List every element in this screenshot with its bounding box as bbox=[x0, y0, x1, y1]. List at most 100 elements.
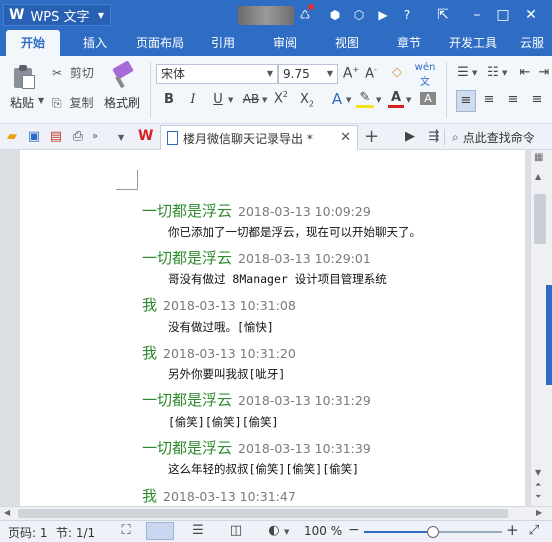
ribbon: 粘贴 ▼ ✂ 剪切 ⎘ 复制 格式刷 宋体 ▼ 9.75 ▼ A+ A- ◇ w… bbox=[0, 56, 552, 124]
tab-reference[interactable]: 引用 bbox=[200, 30, 246, 56]
tab-cloud[interactable]: 云服 bbox=[512, 30, 552, 56]
send-icon[interactable]: ⇶ bbox=[426, 129, 442, 144]
vertical-scrollbar[interactable]: ▦ ▲ ▼ ⏶ ⏷ bbox=[530, 150, 552, 506]
user-avatar[interactable] bbox=[238, 6, 294, 25]
paste-icon[interactable] bbox=[12, 64, 36, 90]
split-view-icon[interactable]: ▦ bbox=[534, 152, 543, 163]
page-indicator[interactable]: 页码: 1 bbox=[8, 524, 48, 541]
scroll-up-icon[interactable]: ▲ bbox=[535, 172, 541, 181]
section-indicator[interactable]: 节: 1/1 bbox=[56, 524, 95, 541]
help-icon[interactable]: ? bbox=[398, 6, 416, 24]
bold-icon[interactable]: B bbox=[162, 92, 176, 107]
outline-view-icon[interactable]: ☰ bbox=[190, 523, 206, 538]
format-painter-button[interactable]: 格式刷 bbox=[104, 94, 140, 111]
tab-review[interactable]: 审阅 bbox=[262, 30, 308, 56]
scroll-left-icon[interactable]: ◀ bbox=[4, 508, 10, 517]
phonetic-guide-icon[interactable]: wén 文 bbox=[412, 62, 438, 88]
grow-font-icon[interactable]: A+ bbox=[342, 65, 360, 82]
superscript-icon[interactable]: X2 bbox=[272, 90, 290, 106]
tab-home[interactable]: 开始 bbox=[6, 30, 60, 56]
eye-protect-icon[interactable]: ◐ bbox=[266, 523, 282, 538]
font-color-icon[interactable]: A bbox=[388, 90, 404, 108]
print-icon[interactable]: ⎙ bbox=[70, 129, 86, 144]
tab-chapter[interactable]: 章节 bbox=[386, 30, 432, 56]
app-menu-button[interactable]: W WPS 文字 ▼ bbox=[3, 4, 111, 26]
shrink-font-icon[interactable]: A- bbox=[362, 65, 380, 81]
fit-window-icon[interactable]: ⤢ bbox=[526, 523, 542, 538]
underline-icon[interactable]: U bbox=[210, 92, 226, 107]
play-icon[interactable]: ▶ bbox=[402, 129, 418, 144]
chevron-down-icon[interactable]: ▼ bbox=[376, 96, 381, 104]
justify-icon[interactable]: ≡ bbox=[528, 92, 546, 107]
copy-button[interactable]: ⎘ 复制 bbox=[52, 94, 93, 111]
chevron-down-icon[interactable]: ▼ bbox=[346, 96, 351, 104]
close-tab-icon[interactable]: ✕ bbox=[340, 130, 351, 145]
web-view-icon[interactable]: ◫ bbox=[228, 523, 244, 538]
format-painter-icon[interactable] bbox=[110, 60, 134, 90]
tab-view[interactable]: 视图 bbox=[324, 30, 370, 56]
close-icon[interactable]: ✕ bbox=[520, 4, 542, 26]
save-icon[interactable]: ▣ bbox=[26, 129, 42, 144]
open-folder-icon[interactable]: ▰ bbox=[4, 129, 20, 144]
tab-developer[interactable]: 开发工具 bbox=[440, 30, 506, 56]
next-page-icon[interactable]: ⏷ bbox=[535, 492, 541, 502]
chevron-down-icon[interactable]: ▼ bbox=[118, 133, 124, 142]
paste-button[interactable]: 粘贴 bbox=[10, 94, 34, 111]
side-panel-toggle[interactable] bbox=[546, 285, 552, 385]
zoom-slider[interactable] bbox=[364, 526, 502, 538]
subscript-icon[interactable]: X2 bbox=[298, 92, 316, 109]
shield-icon[interactable]: ⬢ bbox=[326, 6, 344, 24]
align-right-icon[interactable]: ≡ bbox=[504, 92, 522, 107]
maximize-icon[interactable]: □ bbox=[492, 4, 514, 26]
new-tab-icon[interactable]: + bbox=[364, 126, 379, 147]
numbered-list-icon[interactable]: ☷ bbox=[484, 65, 502, 80]
font-name-select[interactable]: 宋体 ▼ bbox=[156, 64, 278, 84]
font-size-select[interactable]: 9.75 ▼ bbox=[278, 64, 338, 84]
text-effect-icon[interactable]: A bbox=[328, 90, 346, 108]
hexagon-icon[interactable]: ⬡ bbox=[350, 6, 368, 24]
scroll-right-icon[interactable]: ▶ bbox=[536, 508, 542, 517]
cut-button[interactable]: ✂ 剪切 bbox=[52, 64, 94, 81]
page-view-icon[interactable] bbox=[146, 522, 174, 540]
command-search[interactable]: ⌕ 点此查找命令 bbox=[452, 129, 535, 146]
clear-format-icon[interactable]: ◇ bbox=[388, 65, 406, 80]
scroll-thumb[interactable] bbox=[18, 509, 508, 518]
zoom-in-icon[interactable]: + bbox=[506, 521, 519, 539]
chevron-down-icon[interactable]: ▼ bbox=[472, 69, 477, 77]
document-page[interactable]: 一切都是浮云 2018-03-13 10:09:29 你已添加了一切都是浮云，现在… bbox=[20, 150, 525, 506]
tab-insert[interactable]: 插入 bbox=[72, 30, 118, 56]
chevron-down-icon[interactable]: ▼ bbox=[502, 69, 507, 77]
tab-page-layout[interactable]: 页面布局 bbox=[128, 30, 192, 56]
chevron-down-icon[interactable]: ▼ bbox=[262, 96, 267, 104]
decrease-indent-icon[interactable]: ⇤ bbox=[516, 65, 534, 80]
increase-indent-icon[interactable]: ⇥ bbox=[536, 65, 552, 80]
char-shading-icon[interactable]: A bbox=[420, 92, 436, 105]
scroll-down-icon[interactable]: ▼ bbox=[535, 468, 541, 477]
minimize-icon[interactable]: – bbox=[466, 4, 488, 26]
horizontal-scrollbar[interactable]: ◀ ▶ bbox=[0, 506, 552, 520]
chevron-down-icon[interactable]: ▼ bbox=[406, 96, 411, 104]
more-icon[interactable]: » bbox=[92, 131, 98, 142]
highlight-icon[interactable]: ✎ bbox=[356, 90, 374, 108]
document-tab[interactable]: 楼月微信聊天记录导出 * ✕ bbox=[160, 125, 358, 150]
separator bbox=[444, 129, 445, 145]
wps-home-icon[interactable]: W bbox=[138, 128, 153, 144]
bullet-list-icon[interactable]: ☰ bbox=[454, 65, 472, 80]
zoom-level[interactable]: 100 % bbox=[304, 524, 342, 538]
strikethrough-icon[interactable]: AB bbox=[240, 92, 262, 106]
chevron-down-icon[interactable]: ▼ bbox=[284, 528, 289, 536]
align-left-icon[interactable]: ≡ bbox=[456, 90, 476, 112]
scroll-thumb[interactable] bbox=[534, 194, 546, 244]
share-icon[interactable]: ▶ bbox=[374, 6, 392, 24]
previous-page-icon[interactable]: ⏶ bbox=[535, 480, 541, 490]
chevron-down-icon[interactable]: ▼ bbox=[38, 96, 44, 105]
zoom-out-icon[interactable]: − bbox=[348, 522, 360, 538]
document-area[interactable]: 一切都是浮云 2018-03-13 10:09:29 你已添加了一切都是浮云，现在… bbox=[0, 150, 530, 506]
restore-ribbon-icon[interactable]: ⇱ bbox=[432, 4, 454, 26]
fullscreen-icon[interactable]: ⛶ bbox=[118, 523, 134, 538]
italic-icon[interactable]: I bbox=[186, 92, 200, 107]
export-pdf-icon[interactable]: ▤ bbox=[48, 129, 64, 144]
chevron-down-icon[interactable]: ▼ bbox=[228, 96, 233, 104]
zoom-slider-handle[interactable] bbox=[427, 526, 439, 538]
align-center-icon[interactable]: ≡ bbox=[480, 92, 498, 107]
